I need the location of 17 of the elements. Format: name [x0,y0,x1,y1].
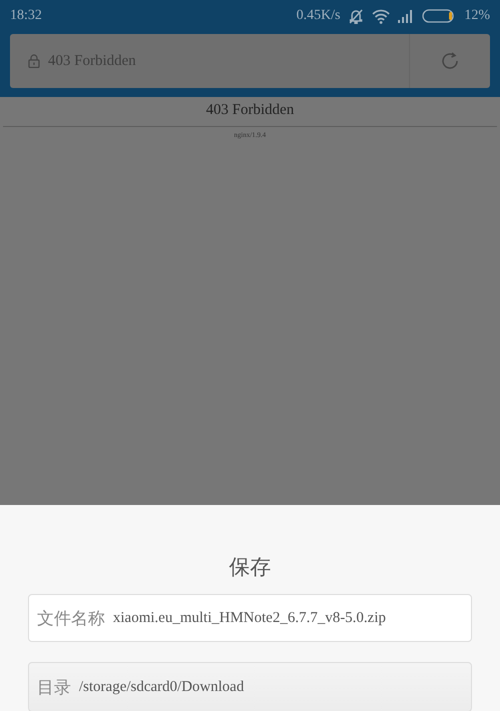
field-value: /storage/sdcard0/Download [79,678,244,696]
filename-field[interactable]: 文件名称 xiaomi.eu_multi_HMNote2_6.7.7_v8-5.0.zip [28,594,472,642]
clock: 18:32 [10,8,42,24]
signal-icon [398,10,414,22]
error-heading: 403 Forbidden [206,101,294,120]
reload-icon[interactable] [440,51,460,71]
dialog-title: 保存 [228,554,272,581]
field-label: 目录 [37,676,71,698]
field-value: xiaomi.eu_multi_HMNote2_6.7.7_v8-5.0.zip [113,610,386,626]
muted-alarm-icon [348,8,364,24]
directory-field[interactable]: 目录 /storage/sdcard0/Download [28,662,472,711]
battery-icon [422,9,456,23]
network-speed: 0.45K/s [296,8,340,24]
field-label: 文件名称 [37,608,105,630]
battery-percent: 12% [464,8,490,24]
wifi-icon [372,8,390,24]
lock-icon [28,54,40,68]
